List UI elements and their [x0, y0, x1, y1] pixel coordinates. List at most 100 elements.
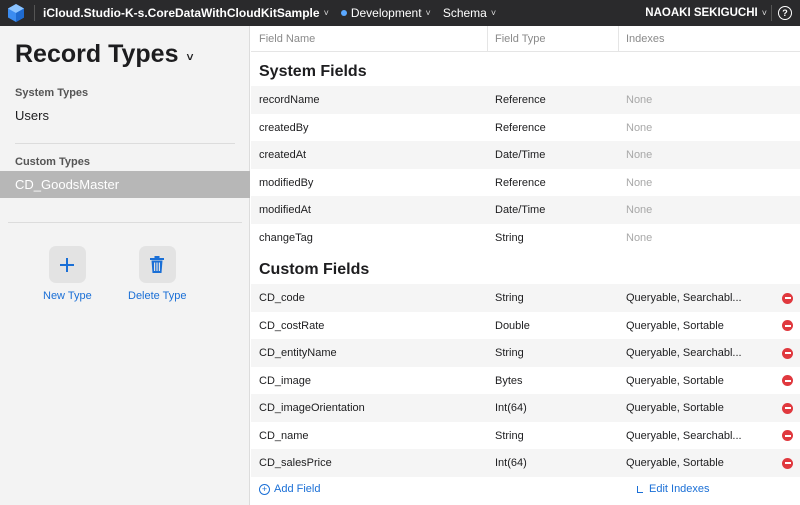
field-type-cell: String — [495, 429, 524, 442]
field-name-cell: CD_name — [259, 429, 309, 442]
indexes-cell: None — [626, 204, 653, 216]
custom-types-label: Custom Types — [15, 156, 90, 168]
field-type-cell: Bytes — [495, 374, 523, 387]
delete-field-icon[interactable] — [782, 430, 793, 441]
field-name-cell: modifiedBy — [259, 176, 314, 189]
help-button[interactable]: ? — [778, 6, 792, 20]
field-type-cell: Date/Time — [495, 204, 546, 216]
delete-field-icon[interactable] — [782, 347, 793, 359]
field-type-cell: Int(64) — [495, 457, 527, 469]
field-name-cell: modifiedAt — [259, 204, 311, 216]
delete-type-button[interactable]: Delete Type — [128, 246, 187, 302]
indexes-cell: Queryable, Searchabl... — [626, 347, 742, 359]
table-row[interactable]: createdAt Date/Time None — [251, 141, 800, 169]
indexes-cell: None — [626, 231, 653, 244]
indexes-cell: Queryable, Sortable — [626, 402, 724, 414]
field-type-cell: Int(64) — [495, 402, 527, 414]
field-type-cell: Reference — [495, 176, 546, 189]
sidebar-title: Record Types — [15, 40, 179, 68]
container-selector[interactable]: iCloud.Studio-K-s.CoreDataWithCloudKitSa… — [43, 6, 320, 20]
table-row[interactable]: CD_code String Queryable, Searchabl... — [251, 284, 800, 312]
divider — [8, 222, 242, 223]
delete-field-icon[interactable] — [782, 320, 793, 331]
indexes-cell: Queryable, Sortable — [626, 319, 724, 332]
chevron-down-icon[interactable]: ˅ — [426, 8, 431, 18]
table-row[interactable]: CD_image Bytes Queryable, Sortable — [251, 367, 800, 395]
field-type-cell: Reference — [495, 121, 546, 134]
field-name-cell: recordName — [259, 94, 320, 106]
add-field-label[interactable]: Add Field — [274, 483, 320, 495]
corner-arrow-icon — [637, 485, 643, 493]
user-menu[interactable]: NAOAKI SEKIGUCHI — [645, 7, 757, 19]
field-name-cell: CD_code — [259, 292, 305, 304]
table-row[interactable]: changeTag String None — [251, 224, 800, 252]
delete-field-icon[interactable] — [782, 457, 793, 469]
plus-icon — [60, 257, 75, 272]
column-divider — [618, 26, 619, 51]
field-type-cell: String — [495, 292, 524, 304]
cloudkit-logo-icon[interactable] — [6, 3, 26, 23]
new-type-button-frame[interactable] — [48, 246, 86, 283]
sidebar-item-cd-goodsmaster[interactable]: CD_GoodsMaster — [0, 171, 250, 198]
field-name-cell: CD_image — [259, 374, 311, 387]
table-row[interactable]: CD_name String Queryable, Searchabl... — [251, 422, 800, 450]
field-name-cell: CD_imageOrientation — [259, 402, 365, 414]
column-divider — [487, 26, 488, 51]
table-row[interactable]: CD_costRate Double Queryable, Sortable — [251, 312, 800, 340]
indexes-cell: None — [626, 176, 653, 189]
trash-icon — [150, 256, 165, 273]
sidebar-item-users[interactable]: Users — [0, 102, 250, 129]
indexes-cell: None — [626, 121, 653, 134]
divider — [15, 143, 235, 144]
field-name-cell: CD_costRate — [259, 319, 325, 332]
record-types-menu[interactable]: Record Types ˅ — [15, 40, 194, 69]
table-row[interactable]: modifiedBy Reference None — [251, 169, 800, 197]
indexes-cell: None — [626, 94, 653, 106]
table-row[interactable]: CD_imageOrientation Int(64) Queryable, Sor… — [251, 394, 800, 422]
field-type-cell: String — [495, 231, 524, 244]
toolbar-divider — [771, 5, 772, 21]
indexes-cell: Queryable, Searchabl... — [626, 292, 742, 304]
header-divider — [251, 51, 800, 52]
column-header-indexes[interactable]: Indexes — [626, 33, 665, 45]
add-field-button[interactable]: + Add Field — [259, 483, 320, 495]
chevron-down-icon[interactable]: ˅ — [324, 8, 329, 18]
edit-indexes-label[interactable]: Edit Indexes — [649, 483, 710, 495]
delete-type-button-frame[interactable] — [138, 246, 176, 283]
environment-selector[interactable]: Development — [351, 6, 422, 20]
column-header-field-type[interactable]: Field Type — [495, 33, 546, 45]
delete-type-label[interactable]: Delete Type — [128, 290, 187, 302]
custom-fields-title: Custom Fields — [259, 261, 370, 278]
table-row[interactable]: CD_salesPrice Int(64) Queryable, Sortable — [251, 449, 800, 477]
field-name-cell: changeTag — [259, 231, 313, 244]
system-types-label: System Types — [15, 87, 89, 99]
chevron-down-icon[interactable]: ˅ — [186, 50, 193, 64]
table-row[interactable]: recordName Reference None — [251, 86, 800, 114]
delete-field-icon[interactable] — [782, 292, 793, 304]
field-type-cell: Reference — [495, 94, 546, 106]
table-row[interactable]: modifiedAt Date/Time None — [251, 196, 800, 224]
indexes-cell: Queryable, Sortable — [626, 457, 724, 469]
plus-circle-icon: + — [259, 483, 270, 495]
new-type-button[interactable]: New Type — [43, 246, 92, 302]
sidebar: Record Types ˅ System Types Users Custom… — [0, 26, 250, 505]
fields-table: Field Name Field Type Indexes System Fie… — [251, 26, 800, 505]
delete-field-icon[interactable] — [782, 402, 793, 414]
environment-status-icon — [340, 10, 347, 16]
field-name-cell: createdBy — [259, 121, 309, 134]
top-bar: iCloud.Studio-K-s.CoreDataWithCloudKitSa… — [0, 0, 800, 26]
schema-selector[interactable]: Schema — [443, 6, 487, 20]
indexes-cell: None — [626, 149, 653, 161]
field-name-cell: CD_entityName — [259, 347, 337, 359]
indexes-cell: Queryable, Searchabl... — [626, 429, 742, 442]
chevron-down-icon[interactable]: ˅ — [491, 8, 496, 18]
delete-field-icon[interactable] — [782, 375, 793, 386]
new-type-label[interactable]: New Type — [43, 290, 92, 302]
edit-indexes-button[interactable]: Edit Indexes — [637, 483, 710, 495]
table-row[interactable]: createdBy Reference None — [251, 114, 800, 142]
field-name-cell: createdAt — [259, 149, 307, 161]
field-type-cell: Double — [495, 319, 530, 332]
column-header-field-name[interactable]: Field Name — [259, 33, 315, 45]
chevron-down-icon[interactable]: ˅ — [762, 8, 767, 18]
table-row[interactable]: CD_entityName String Queryable, Searchabl.… — [251, 339, 800, 367]
